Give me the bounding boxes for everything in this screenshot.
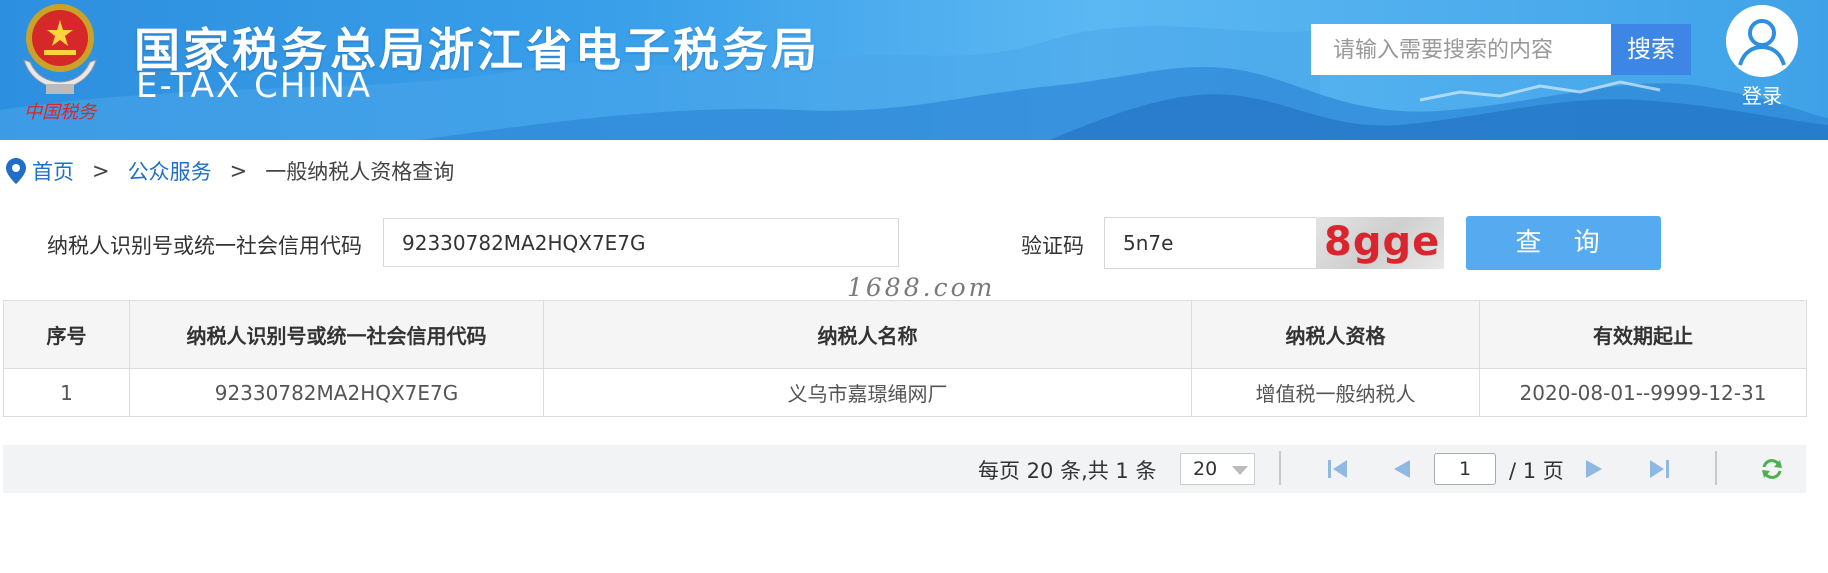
captcha-label: 验证码 <box>1021 234 1084 258</box>
page-size-select[interactable]: 20 <box>1180 453 1255 485</box>
breadcrumb-home[interactable]: 首页 <box>32 156 74 186</box>
column-header-validity: 有效期起止 <box>1479 300 1807 369</box>
first-page-icon[interactable] <box>1325 457 1351 481</box>
previous-page-icon[interactable] <box>1390 457 1416 481</box>
query-button[interactable]: 查 询 <box>1466 216 1661 270</box>
cell-taxpayer-id: 92330782MA2HQX7E7G <box>129 368 544 417</box>
column-header-taxpayer-id: 纳税人识别号或统一社会信用代码 <box>129 300 544 369</box>
breadcrumb-separator: > <box>92 159 110 183</box>
column-header-taxpayer-name: 纳税人名称 <box>543 300 1192 369</box>
pager-divider <box>1715 451 1717 485</box>
column-header-qualification: 纳税人资格 <box>1191 300 1480 369</box>
site-header: 中国税务 国家税务总局浙江省电子税务局 E-TAX CHINA 搜索 登录 <box>0 0 1828 140</box>
current-page-input[interactable]: 1 <box>1434 453 1496 485</box>
pager-divider <box>1279 451 1281 485</box>
taxpayer-id-input[interactable] <box>383 218 899 267</box>
breadcrumb-separator: > <box>229 159 248 183</box>
pagination-bar: 每页 20 条,共 1 条 20 1 / 1 页 <box>3 445 1806 493</box>
cell-validity: 2020-08-01--9999-12-31 <box>1479 368 1807 417</box>
search-button[interactable]: 搜索 <box>1611 24 1691 75</box>
page-size-value: 20 <box>1193 458 1218 480</box>
cell-index: 1 <box>3 368 130 417</box>
refresh-icon[interactable] <box>1759 457 1785 481</box>
captcha-image-text: 8gge <box>1324 219 1441 265</box>
emblem-caption: 中国税务 <box>24 102 98 123</box>
column-header-index: 序号 <box>3 300 130 369</box>
next-page-icon[interactable] <box>1580 457 1606 481</box>
pagination-total: 每页 20 条,共 1 条 <box>978 459 1157 483</box>
breadcrumb-public-service[interactable]: 公众服务 <box>128 156 212 186</box>
watermark: 1688.com <box>847 273 996 302</box>
captcha-input[interactable] <box>1104 217 1318 269</box>
breadcrumb-current: 一般纳税人资格查询 <box>265 160 455 184</box>
search-input[interactable] <box>1311 24 1611 75</box>
user-icon[interactable] <box>1726 5 1798 77</box>
location-pin-icon <box>6 158 26 184</box>
taxpayer-id-label: 纳税人识别号或统一社会信用代码 <box>47 234 362 258</box>
chevron-down-icon <box>1232 466 1248 475</box>
breadcrumb: 首页 > 公众服务 > 一般纳税人资格查询 <box>6 156 454 186</box>
cell-qualification: 增值税一般纳税人 <box>1191 368 1480 417</box>
site-subtitle: E-TAX CHINA <box>136 66 373 106</box>
login-link[interactable]: 登录 <box>1720 80 1804 109</box>
page-total: / 1 页 <box>1509 459 1564 483</box>
cell-taxpayer-name: 义乌市嘉璟绳网厂 <box>543 368 1192 417</box>
last-page-icon[interactable] <box>1646 457 1672 481</box>
tax-emblem-logo: 中国税务 <box>23 4 98 123</box>
captcha-image[interactable]: 8gge <box>1316 217 1444 269</box>
table-row: 1 92330782MA2HQX7E7G 义乌市嘉璟绳网厂 增值税一般纳税人 2… <box>3 368 1807 417</box>
result-table: 序号 纳税人识别号或统一社会信用代码 纳税人名称 纳税人资格 有效期起止 1 9… <box>3 300 1807 417</box>
table-header-row: 序号 纳税人识别号或统一社会信用代码 纳税人名称 纳税人资格 有效期起止 <box>3 300 1807 369</box>
